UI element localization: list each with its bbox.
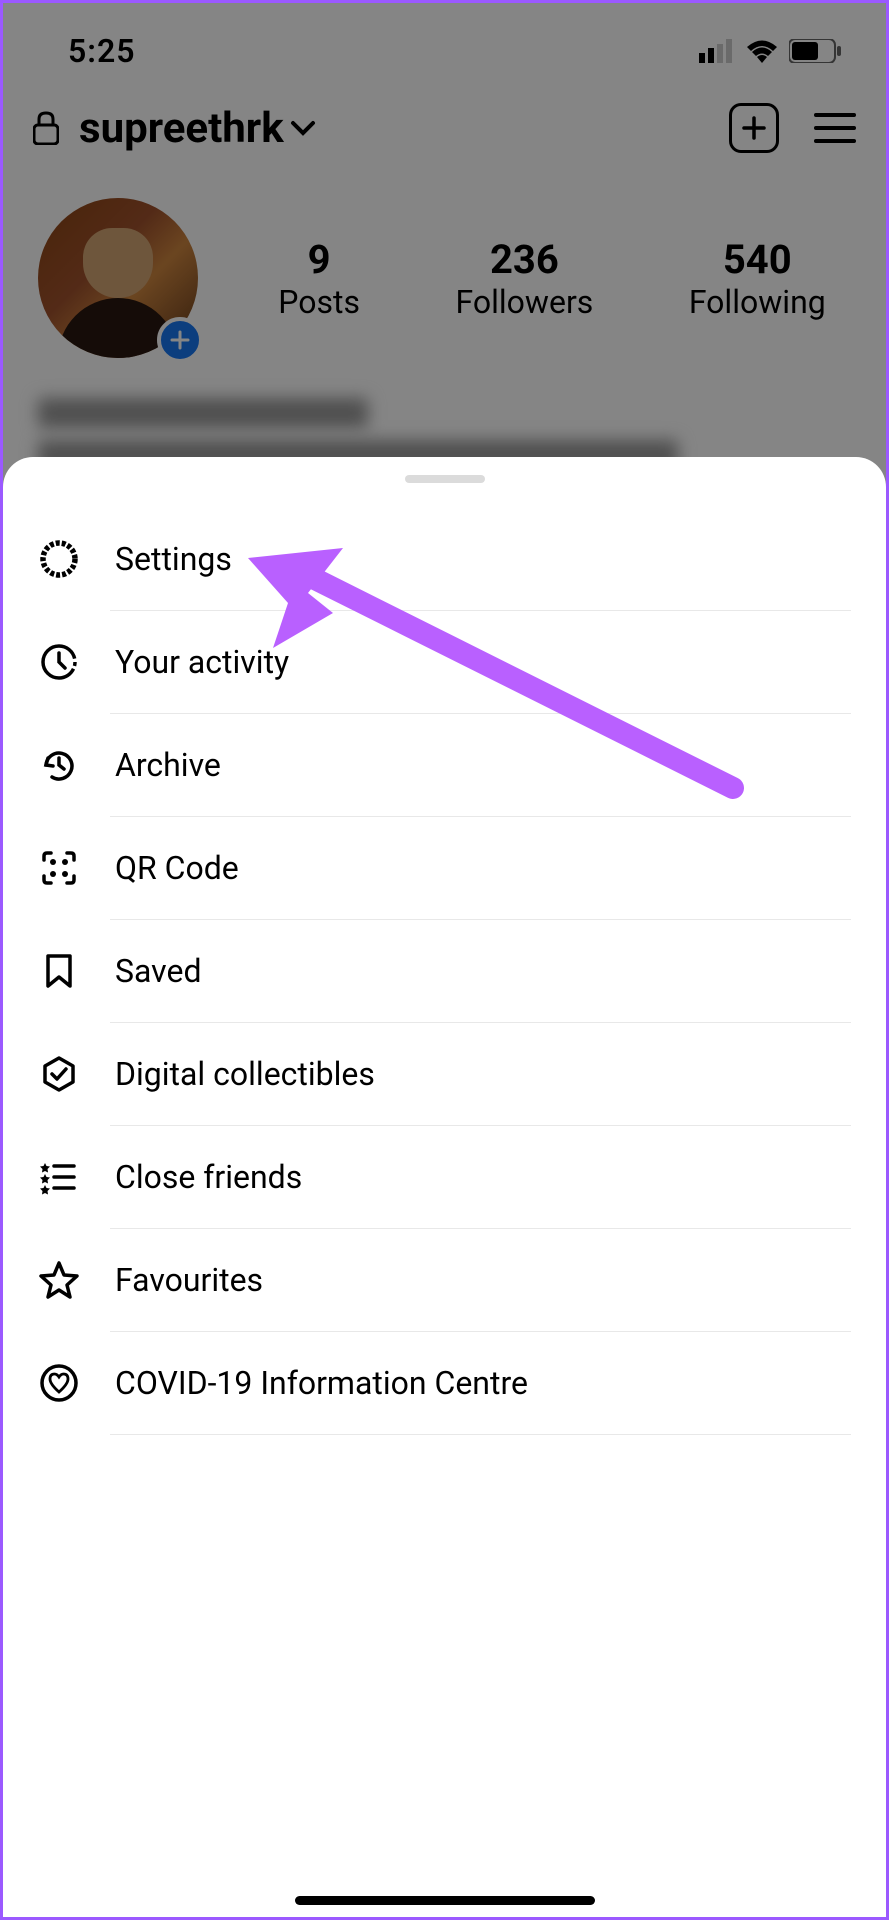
bookmark-icon: [38, 950, 80, 992]
menu-item-settings[interactable]: Settings: [38, 508, 851, 610]
menu-label: Saved: [115, 952, 201, 990]
menu-item-qrcode[interactable]: QR Code: [38, 817, 851, 919]
star-icon: [38, 1259, 80, 1301]
menu-item-archive[interactable]: Archive: [38, 714, 851, 816]
menu-item-digital-collectibles[interactable]: Digital collectibles: [38, 1023, 851, 1125]
heart-circle-icon: [38, 1362, 80, 1404]
gear-icon: [38, 538, 80, 580]
archive-icon: [38, 744, 80, 786]
menu-label: Favourites: [115, 1261, 263, 1299]
menu-list: Settings Your activity Archive QR Code: [3, 508, 886, 1435]
sheet-handle[interactable]: [405, 475, 485, 483]
close-friends-icon: [38, 1156, 80, 1198]
menu-item-close-friends[interactable]: Close friends: [38, 1126, 851, 1228]
menu-item-activity[interactable]: Your activity: [38, 611, 851, 713]
menu-item-saved[interactable]: Saved: [38, 920, 851, 1022]
menu-label: Archive: [115, 746, 221, 784]
menu-label: Digital collectibles: [115, 1055, 375, 1093]
activity-icon: [38, 641, 80, 683]
menu-bottom-sheet: Settings Your activity Archive QR Code: [3, 457, 886, 1917]
menu-label: COVID-19 Information Centre: [115, 1364, 528, 1402]
menu-label: Your activity: [115, 643, 289, 681]
menu-label: Close friends: [115, 1158, 302, 1196]
qrcode-icon: [38, 847, 80, 889]
menu-label: Settings: [115, 540, 232, 578]
menu-item-covid[interactable]: COVID-19 Information Centre: [38, 1332, 851, 1434]
home-indicator[interactable]: [295, 1896, 595, 1905]
menu-item-favourites[interactable]: Favourites: [38, 1229, 851, 1331]
hexagon-check-icon: [38, 1053, 80, 1095]
menu-label: QR Code: [115, 849, 239, 887]
